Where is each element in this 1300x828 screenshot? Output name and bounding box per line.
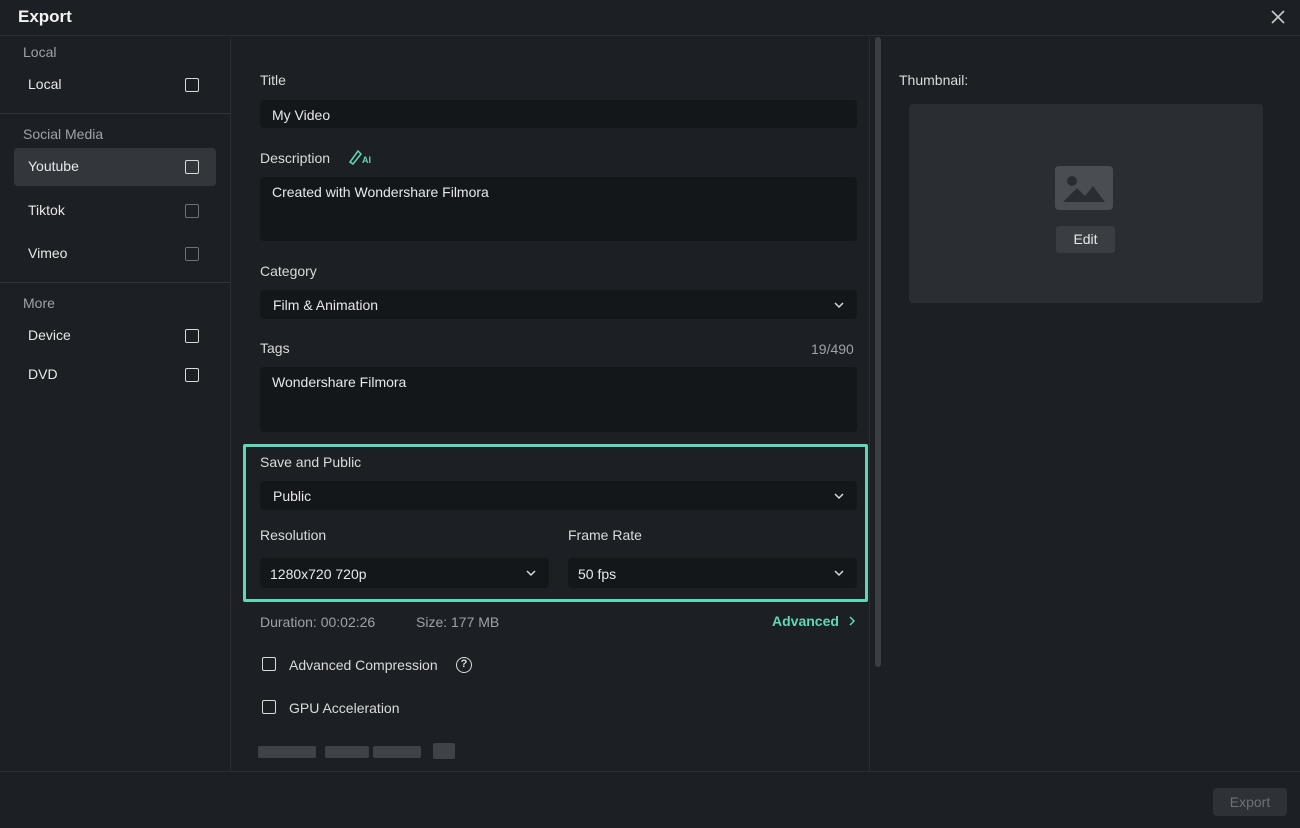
tags-label: Tags xyxy=(260,340,290,356)
title-label: Title xyxy=(260,72,286,88)
sidebar: Local Local Social Media Youtube Tiktok … xyxy=(0,37,231,771)
checkbox-icon[interactable] xyxy=(185,368,199,382)
chevron-down-icon xyxy=(834,302,844,309)
resolution-label: Resolution xyxy=(260,527,327,543)
group-label-more: More xyxy=(23,295,55,311)
checkbox-icon[interactable] xyxy=(185,247,199,261)
size-text: Size: 177 MB xyxy=(416,614,500,630)
footer: Export xyxy=(0,771,1300,828)
checkbox-icon[interactable] xyxy=(185,204,199,218)
chevron-right-icon xyxy=(849,616,855,626)
save-public-select[interactable]: Public xyxy=(260,481,857,510)
blurred-text xyxy=(258,746,316,758)
category-value: Film & Animation xyxy=(273,297,379,313)
save-public-label: Save and Public xyxy=(260,454,362,470)
blurred-text xyxy=(373,746,421,758)
sidebar-item-label: Tiktok xyxy=(28,202,65,218)
checkbox-icon[interactable] xyxy=(185,329,199,343)
sidebar-item-label: Youtube xyxy=(28,158,79,174)
duration-text: Duration: 00:02:26 xyxy=(260,614,376,630)
gpu-acceleration-label: GPU Acceleration xyxy=(289,700,400,716)
help-icon[interactable]: ? xyxy=(456,657,472,673)
group-label-social-media: Social Media xyxy=(23,126,104,142)
frame-rate-select[interactable]: 50 fps xyxy=(568,558,857,588)
checkbox-icon[interactable] xyxy=(185,160,199,174)
advanced-compression-checkbox[interactable] xyxy=(262,657,276,671)
advanced-link[interactable]: Advanced xyxy=(772,613,857,629)
thumbnail-label: Thumbnail: xyxy=(899,72,969,88)
tags-value: Wondershare Filmora xyxy=(272,374,407,390)
save-public-value: Public xyxy=(273,488,312,504)
svg-text:AI: AI xyxy=(362,155,371,165)
description-label: Description xyxy=(260,150,331,166)
ai-pen-icon[interactable]: AI xyxy=(348,148,372,166)
blurred-icon xyxy=(433,743,455,759)
advanced-compression-label: Advanced Compression xyxy=(289,657,438,673)
category-select[interactable]: Film & Animation xyxy=(260,290,857,319)
sidebar-item-dvd[interactable]: DVD xyxy=(14,356,216,394)
description-value: Created with Wondershare Filmora xyxy=(272,184,489,200)
thumbnail-preview: Edit xyxy=(909,104,1263,303)
tags-field[interactable]: Wondershare Filmora xyxy=(260,367,857,432)
chevron-down-icon xyxy=(834,493,844,500)
advanced-label: Advanced xyxy=(772,613,839,629)
sidebar-item-local[interactable]: Local xyxy=(14,66,216,104)
title-field[interactable]: My Video xyxy=(260,100,857,128)
divider xyxy=(0,113,231,114)
divider xyxy=(0,282,231,283)
sidebar-item-label: Local xyxy=(28,76,62,92)
group-label-local: Local xyxy=(23,44,57,60)
window-title: Export xyxy=(18,7,72,26)
divider xyxy=(869,37,870,771)
image-icon xyxy=(1055,166,1113,210)
sidebar-item-vimeo[interactable]: Vimeo xyxy=(14,235,216,273)
sidebar-item-label: Vimeo xyxy=(28,245,68,261)
resolution-select[interactable]: 1280x720 720p xyxy=(260,558,549,588)
sidebar-item-label: DVD xyxy=(28,366,58,382)
close-icon[interactable] xyxy=(1268,7,1288,27)
tags-count: 19/490 xyxy=(811,341,854,357)
blurred-text xyxy=(325,746,369,758)
sidebar-item-label: Device xyxy=(28,327,71,343)
sidebar-item-youtube[interactable]: Youtube xyxy=(14,148,216,186)
gpu-acceleration-checkbox[interactable] xyxy=(262,700,276,714)
sidebar-item-tiktok[interactable]: Tiktok xyxy=(14,192,216,230)
export-button[interactable]: Export xyxy=(1213,788,1287,816)
sidebar-item-device[interactable]: Device xyxy=(14,317,216,355)
title-value: My Video xyxy=(272,107,331,123)
category-label: Category xyxy=(260,263,317,279)
description-field[interactable]: Created with Wondershare Filmora xyxy=(260,177,857,241)
checkbox-icon[interactable] xyxy=(185,78,199,92)
frame-rate-value: 50 fps xyxy=(578,566,617,582)
frame-rate-label: Frame Rate xyxy=(568,527,642,543)
chevron-down-icon xyxy=(834,570,844,577)
title-bar: Export xyxy=(0,0,1300,36)
edit-thumbnail-button[interactable]: Edit xyxy=(1056,226,1115,253)
scrollbar[interactable] xyxy=(875,37,881,667)
resolution-value: 1280x720 720p xyxy=(270,566,367,582)
chevron-down-icon xyxy=(526,570,536,577)
